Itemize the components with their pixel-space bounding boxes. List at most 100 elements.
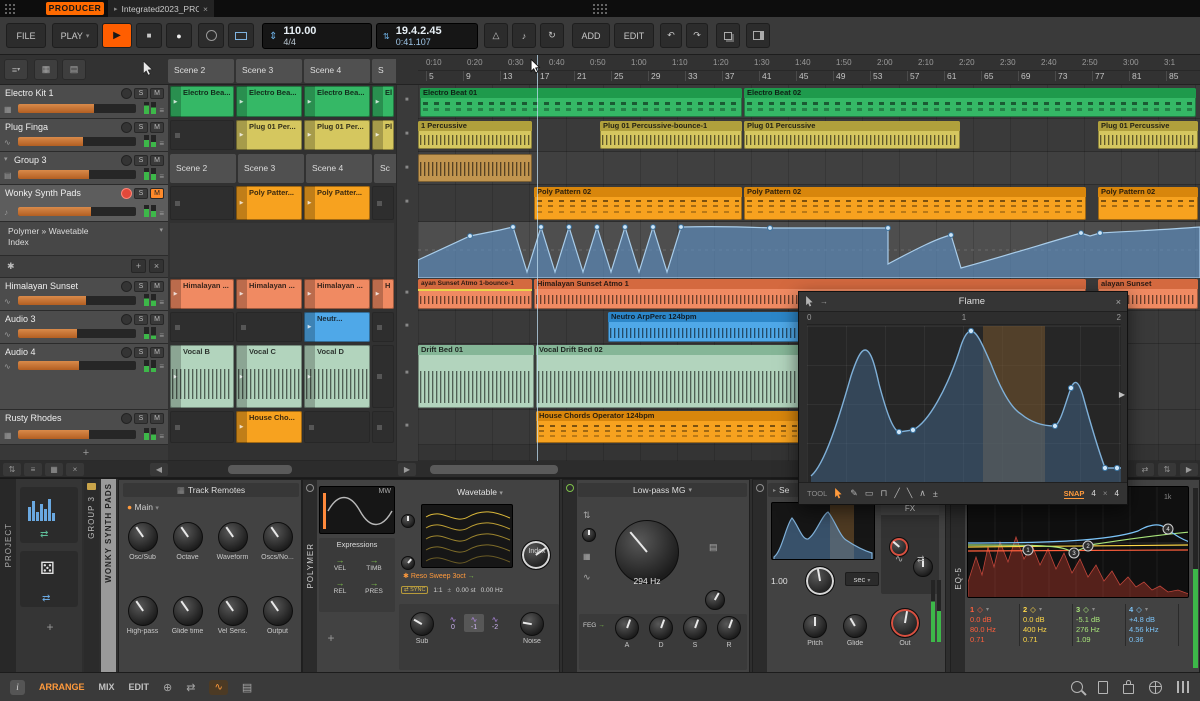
sub-octave-option[interactable]: ∿ -2 — [485, 614, 505, 632]
remote-knob[interactable] — [217, 596, 248, 626]
remote-knob-cell[interactable]: Osc/Sub — [120, 520, 165, 594]
band-shape-icon[interactable]: ◇ — [1030, 605, 1036, 614]
out-knob[interactable] — [890, 608, 920, 638]
time-unit-select[interactable]: sec ▾ — [845, 572, 879, 586]
launcher-slot-empty[interactable] — [372, 312, 394, 342]
position-display[interactable]: ⇅ 19.4.2.45 0:41.107 — [376, 23, 478, 49]
track-menu-icon[interactable]: ≡ — [159, 172, 164, 181]
launcher-slot-empty[interactable] — [304, 411, 370, 443]
lane-list-icon[interactable]: ≡ — [24, 463, 42, 476]
remote-knob[interactable] — [262, 522, 293, 552]
launcher-slot-empty[interactable] — [170, 120, 234, 150]
track-row-audio-4[interactable]: Audio 4 S M ∿ ≡ — [0, 344, 168, 410]
add-expression-button[interactable]: + — [323, 630, 339, 646]
launcher-slot-empty[interactable] — [170, 411, 234, 443]
track-menu-icon[interactable]: ≡ — [159, 139, 164, 148]
edit-menu-button[interactable]: EDIT — [614, 23, 654, 48]
flame-close-icon[interactable]: × — [1116, 297, 1121, 307]
metronome-button[interactable]: △ — [484, 23, 508, 48]
clip-play-icon[interactable]: ▶ — [372, 86, 383, 117]
band-menu-icon[interactable]: ▾ — [1145, 606, 1148, 613]
index-knob[interactable] — [521, 540, 551, 570]
volume-fader[interactable] — [18, 104, 136, 113]
clip-play-icon[interactable]: ▶ — [304, 312, 315, 342]
tab-close-icon[interactable]: × — [203, 4, 208, 14]
automation-curve[interactable] — [418, 222, 1200, 278]
wavetable-selector[interactable]: Wavetable ▾ — [399, 487, 561, 497]
flame-next-page-icon[interactable]: ▶ — [1119, 390, 1125, 399]
arm-button[interactable] — [121, 155, 132, 166]
launcher-clip[interactable]: ▶Vocal B — [170, 345, 234, 408]
display-profile-button[interactable] — [228, 23, 254, 48]
remote-knob-cell[interactable]: Vel Sens. — [210, 594, 255, 668]
eq-band-column[interactable]: 1 ◇ ▾ 0.0 dB 80.0 Hz 0.71 — [967, 604, 1020, 646]
file-browser-icon[interactable] — [1098, 680, 1108, 694]
launcher-clip[interactable]: ▶Vocal C — [236, 345, 302, 408]
clip-play-icon[interactable]: ▶ — [236, 186, 247, 220]
expression-slot[interactable]: → PRES — [357, 575, 391, 598]
duplicate-button[interactable] — [716, 23, 740, 48]
flame-window-header[interactable]: → Flame × — [799, 292, 1127, 312]
track-row-wonky-synth-pads[interactable]: Wonky Synth Pads S M ♪ ≡ — [0, 185, 168, 222]
zoom-horizontal-icon[interactable]: ⇄ — [1136, 463, 1154, 476]
arranger-clip-sunset-bounce[interactable]: ayan Sunset Atmo 1-bounce-1 — [418, 279, 532, 309]
stop-all-icon[interactable]: ■ — [405, 97, 409, 103]
arm-button[interactable] — [121, 88, 132, 99]
add-module-button[interactable]: + — [42, 619, 58, 635]
band-gain[interactable]: 0.0 dB — [970, 615, 1016, 625]
remote-knob-cell[interactable]: High-pass — [120, 594, 165, 668]
track-menu-icon[interactable]: ≡ — [159, 432, 164, 441]
remote-knob-cell[interactable]: Oscs/No... — [255, 520, 300, 594]
flame-canvas[interactable] — [807, 326, 1121, 483]
mix-view-button[interactable]: MIX — [99, 682, 115, 692]
pitch-knob-cell[interactable]: Pitch — [801, 614, 829, 647]
lane-grid-icon[interactable]: ▦ — [45, 463, 63, 476]
launcher-clip[interactable]: ▶ Plug 01 Per... — [236, 120, 302, 150]
double-lane-icon[interactable]: ⇅ — [3, 463, 21, 476]
io-routing-icon[interactable]: ⇄ — [186, 681, 195, 694]
arm-button[interactable] — [121, 122, 132, 133]
volume-fader[interactable] — [18, 207, 136, 216]
launcher-slot-empty[interactable] — [236, 312, 302, 342]
scene-header[interactable]: Scene 4 — [304, 59, 370, 83]
scroll-left-icon[interactable]: ◀ — [150, 463, 168, 476]
track-row-audio-3[interactable]: Audio 3 S M ∿ ≡ — [0, 311, 168, 344]
snap-x-value[interactable]: 4 — [1091, 489, 1095, 498]
arranger-clip-drift-bed[interactable]: Drift Bed 01 — [418, 345, 534, 408]
band-freq[interactable]: 80.0 Hz — [970, 625, 1016, 635]
volume-fader[interactable] — [18, 361, 136, 370]
stop-all-icon[interactable]: ■ — [405, 165, 409, 171]
ramp-up-tool-icon[interactable]: ╱ — [894, 488, 899, 499]
solo-button[interactable]: S — [134, 347, 148, 358]
launcher-slot-empty[interactable] — [372, 411, 394, 443]
track-remotes-header[interactable]: ▦ Track Remotes — [123, 483, 299, 497]
clip-play-icon[interactable]: ▶ — [304, 279, 315, 309]
adsr-knob[interactable] — [649, 616, 673, 640]
clip-play-icon[interactable]: ▶ — [304, 86, 315, 117]
loop-button[interactable]: ↻ — [540, 23, 564, 48]
launcher-clip[interactable]: ▶ Electro Bea... — [236, 86, 302, 117]
band-q[interactable]: 0.71 — [1023, 635, 1069, 645]
arranger-clip-poly-pattern-right[interactable]: Poly Pattern 02 — [1098, 187, 1198, 220]
remote-knob-cell[interactable]: Glide time — [165, 594, 210, 668]
pin-window-icon[interactable]: → — [820, 297, 828, 306]
adsr-knob[interactable] — [717, 616, 741, 640]
grid-view-icon[interactable]: ▦ — [34, 59, 58, 80]
env-length-knob[interactable] — [805, 566, 835, 596]
sub-knob-cell[interactable]: Sub — [407, 612, 437, 645]
clip-play-icon[interactable]: ▶ — [170, 279, 181, 309]
track-menu-icon[interactable]: ≡ — [159, 331, 164, 340]
track-row-himalayan-sunset[interactable]: Himalayan Sunset S M ∿ ≡ — [0, 278, 168, 311]
glide-knob-cell[interactable]: Glide — [841, 614, 869, 647]
stop-all-icon[interactable]: ■ — [405, 290, 409, 296]
band-menu-icon[interactable]: ▾ — [1092, 606, 1095, 613]
eq-band-column[interactable]: 3 ◇ ▾ -5.1 dB 276 Hz 1.09 — [1073, 604, 1126, 646]
group-expander-icon[interactable]: ▾ — [4, 155, 8, 163]
adsr-knob-cell[interactable]: R — [717, 616, 741, 649]
flame-curve[interactable] — [807, 326, 1121, 483]
lfo-icon[interactable]: ∿ — [583, 572, 591, 583]
resonance-knob[interactable] — [705, 590, 725, 610]
launcher-clip[interactable]: ▶ H — [372, 279, 394, 309]
mute-button[interactable]: M — [150, 314, 164, 325]
play-button[interactable]: ▶ — [102, 23, 132, 48]
